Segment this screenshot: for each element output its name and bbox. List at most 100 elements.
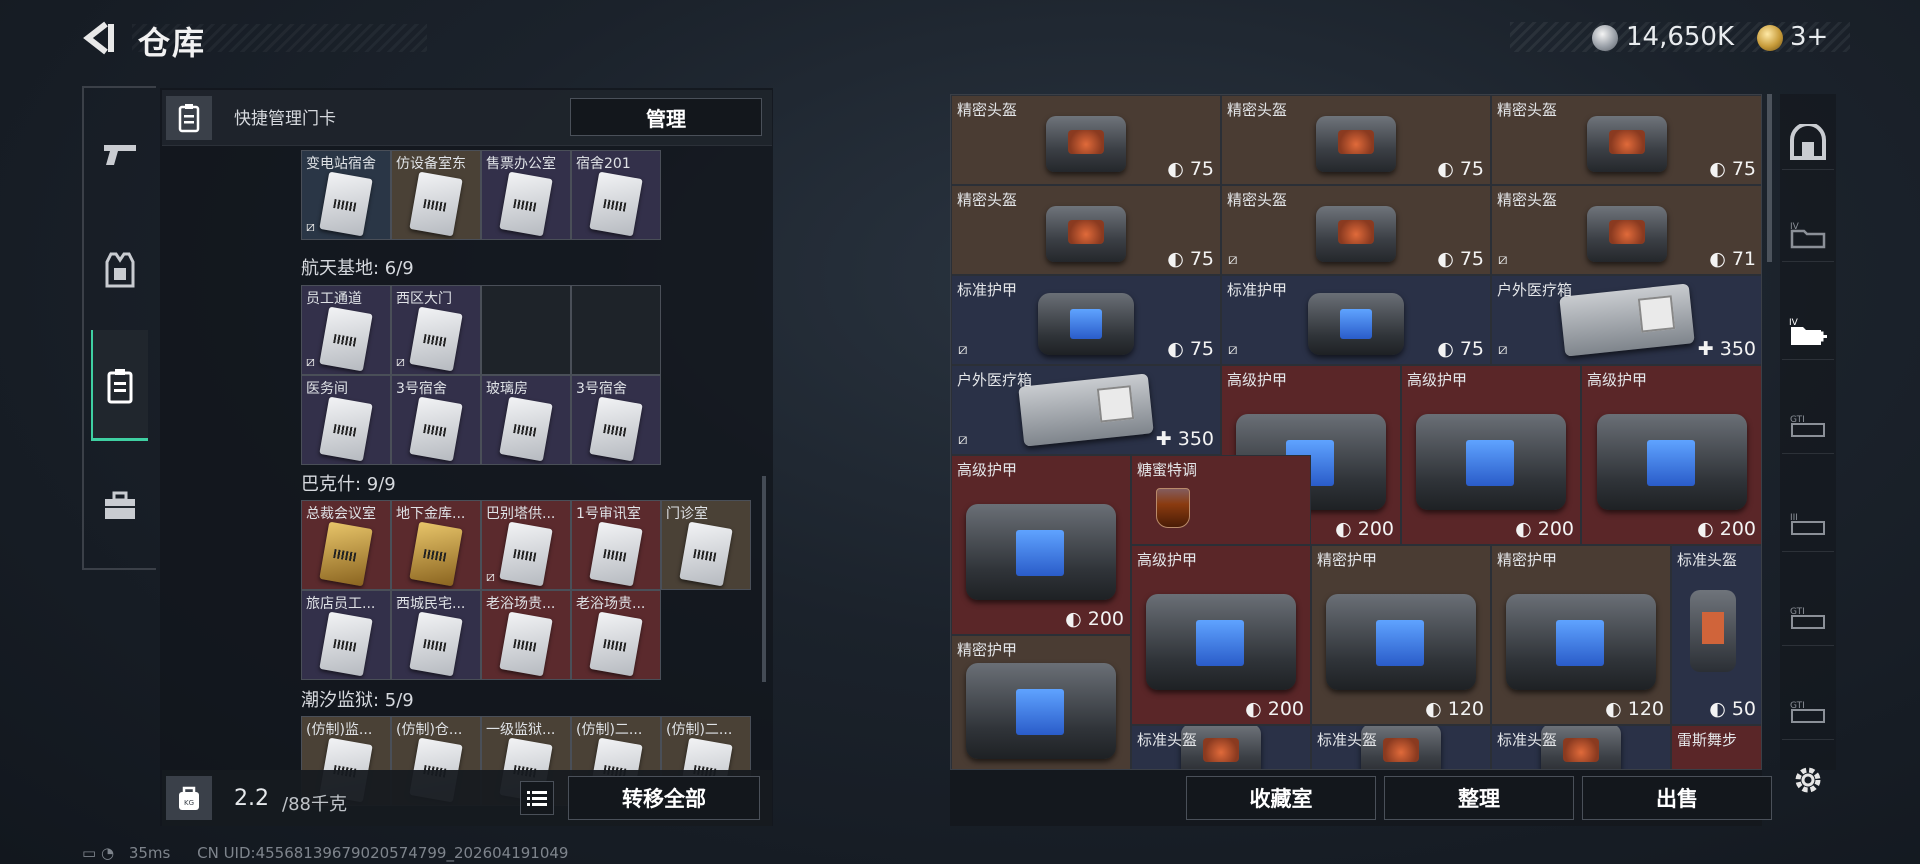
keycard-label: 3号宿舍 xyxy=(396,381,447,397)
item-name: 标准头盔 xyxy=(1317,731,1378,749)
keycard-label: 旅店员工... xyxy=(306,596,376,612)
ticket-count: 3+ xyxy=(1790,22,1829,52)
keycard-slot[interactable]: 医务间 xyxy=(301,375,391,465)
battery-icon: ▭ ◔ xyxy=(82,844,115,862)
keycard-slot[interactable]: 旅店员工... xyxy=(301,590,391,680)
status-bar: ▭ ◔ 35ms CN UID:455681396790205747​99_20… xyxy=(82,844,568,862)
stash-item[interactable]: 标准头盔 ◐ 50 xyxy=(1671,545,1761,725)
stash-item[interactable]: 糖蜜特调 xyxy=(1131,455,1311,545)
keycard-slot[interactable]: 仿设备室东 xyxy=(391,150,481,240)
stash-item[interactable]: 高级护甲 ◐ 200 xyxy=(1401,365,1581,545)
keycard-label: 地下金库... xyxy=(396,506,466,522)
item-name: 高级护甲 xyxy=(1137,551,1198,569)
stash-scrollbar[interactable] xyxy=(1767,94,1772,262)
tab-vault[interactable] xyxy=(1782,114,1834,170)
keycard-image xyxy=(499,521,553,587)
keycard-slot[interactable]: 变电站宿舍 ⧄ xyxy=(301,150,391,240)
stash-item[interactable]: 标准护甲 ◐ 75 ⧄ xyxy=(1221,275,1491,365)
item-name: 糖蜜特调 xyxy=(1137,461,1198,479)
keycard-slot[interactable]: 宿舍201 xyxy=(571,150,661,240)
no-insurance-icon: ⧄ xyxy=(306,354,315,370)
nav-toolbox[interactable] xyxy=(92,478,148,534)
stash-item[interactable]: 高级护甲 ◐ 200 xyxy=(951,455,1131,635)
keycard-slot[interactable]: 3号宿舍 xyxy=(391,375,481,465)
list-view-button[interactable] xyxy=(520,781,554,815)
keycard-image xyxy=(679,521,733,587)
organize-button[interactable]: 整理 xyxy=(1384,776,1574,820)
keycard-slot[interactable]: 3号宿舍 xyxy=(571,375,661,465)
carry-weight-limit: /88千克 xyxy=(282,794,347,815)
stash-item[interactable]: 雷斯舞步 xyxy=(1671,725,1761,769)
item-value: 75 xyxy=(1459,248,1484,270)
keycard-slot[interactable]: 玻璃房 xyxy=(481,375,571,465)
collection-room-button[interactable]: 收藏室 xyxy=(1186,776,1376,820)
keycard-slot[interactable]: 1号审讯室 xyxy=(571,500,661,590)
item-stat: ✚ 350 xyxy=(1698,338,1756,360)
keycard-slot[interactable]: 总裁会议室 xyxy=(301,500,391,590)
keycard-scrollbar[interactable] xyxy=(762,476,766,682)
item-name: 标准头盔 xyxy=(1137,731,1198,749)
keycard-slot[interactable]: 老浴场贵... xyxy=(481,590,571,680)
transfer-all-button[interactable]: 转移全部 xyxy=(568,776,760,820)
keycard-image xyxy=(589,171,643,237)
stash-item[interactable]: 精密头盔 ◐ 75 xyxy=(951,95,1221,185)
keycard-slot[interactable]: 门诊室 xyxy=(661,500,751,590)
back-button[interactable] xyxy=(80,18,120,58)
keycard-slot[interactable]: 老浴场贵... xyxy=(571,590,661,680)
stash-item[interactable]: 精密护甲 xyxy=(951,635,1131,769)
stash-item[interactable]: 标准头盔 xyxy=(1491,725,1671,769)
item-stat: ◐ 75 xyxy=(1437,338,1484,360)
keycard-slot[interactable]: 西城民宅... xyxy=(391,590,481,680)
item-stat: ◐ 75 xyxy=(1167,158,1214,180)
sell-button[interactable]: 出售 xyxy=(1582,776,1772,820)
keycard-label: 售票办公室 xyxy=(486,156,556,172)
stash-item[interactable]: 精密头盔 ◐ 75 xyxy=(1491,95,1761,185)
tab-stash-gti-3[interactable]: GTI xyxy=(1782,684,1834,740)
stash-item[interactable]: 精密护甲 ◐ 120 xyxy=(1311,545,1491,725)
item-stat: ◐ 71 xyxy=(1709,248,1756,270)
manage-button[interactable]: 管理 xyxy=(570,98,762,136)
armor-image xyxy=(1308,292,1404,355)
keycard-label: 3号宿舍 xyxy=(576,381,627,397)
svg-text:KG: KG xyxy=(184,799,194,807)
stash-item[interactable]: 户外医疗箱 ✚ 350 ⧄ xyxy=(951,365,1221,455)
tab-stash-gti-2[interactable]: GTI xyxy=(1782,590,1834,646)
keycard-slot[interactable]: 地下金库... xyxy=(391,500,481,590)
stash-item[interactable]: 标准头盔 xyxy=(1131,725,1311,769)
group-title: 航天基地: 6/9 xyxy=(301,258,414,279)
keycard-label: 老浴场贵... xyxy=(576,596,646,612)
item-value: 200 xyxy=(1537,518,1574,540)
stash-item[interactable]: 精密头盔 ◐ 75 xyxy=(951,185,1221,275)
keycard-image xyxy=(319,396,373,462)
tab-stash-gti[interactable]: GTI xyxy=(1782,398,1834,454)
stash-item[interactable]: 标准头盔 xyxy=(1311,725,1491,769)
keycard-image xyxy=(499,396,553,462)
keycard-label: 西城民宅... xyxy=(396,596,466,612)
keycard-label: 员工通道 xyxy=(306,291,362,307)
tab-stash-iii[interactable]: III xyxy=(1782,496,1834,552)
list-icon xyxy=(527,791,547,806)
stash-item[interactable]: 户外医疗箱 ✚ 350 ⧄ xyxy=(1491,275,1761,365)
stash-item[interactable]: 高级护甲 ◐ 200 xyxy=(1131,545,1311,725)
stash-item[interactable]: 精密头盔 ◐ 75 ⧄ xyxy=(1221,185,1491,275)
keycard-image xyxy=(409,171,463,237)
no-insurance-icon: ⧄ xyxy=(306,219,315,235)
group-title: 巴克什: 9/9 xyxy=(301,474,396,495)
stash-item[interactable]: 标准护甲 ◐ 75 ⧄ xyxy=(951,275,1221,365)
item-name: 精密头盔 xyxy=(1227,101,1288,119)
keycard-slot[interactable]: 售票办公室 xyxy=(481,150,571,240)
keycard-image xyxy=(319,611,373,677)
tab-stash-iv[interactable]: IV xyxy=(1782,206,1834,262)
settings-button[interactable] xyxy=(1788,760,1828,800)
nav-weapon[interactable] xyxy=(92,126,148,182)
nav-keycard[interactable] xyxy=(92,358,148,414)
stash-item[interactable]: 精密头盔 ◐ 71 ⧄ xyxy=(1491,185,1761,275)
keycard-slot[interactable]: 员工通道 ⧄ xyxy=(301,285,391,375)
keycard-slot[interactable]: 西区大门 ⧄ xyxy=(391,285,481,375)
stash-item[interactable]: 高级护甲 ◐ 200 xyxy=(1581,365,1761,545)
stash-item[interactable]: 精密头盔 ◐ 75 xyxy=(1221,95,1491,185)
tab-add-stash[interactable]: IV xyxy=(1782,304,1834,360)
keycard-slot[interactable]: 巴别塔供... ⧄ xyxy=(481,500,571,590)
stash-item[interactable]: 精密护甲 ◐ 120 xyxy=(1491,545,1671,725)
nav-armor[interactable] xyxy=(92,242,148,298)
